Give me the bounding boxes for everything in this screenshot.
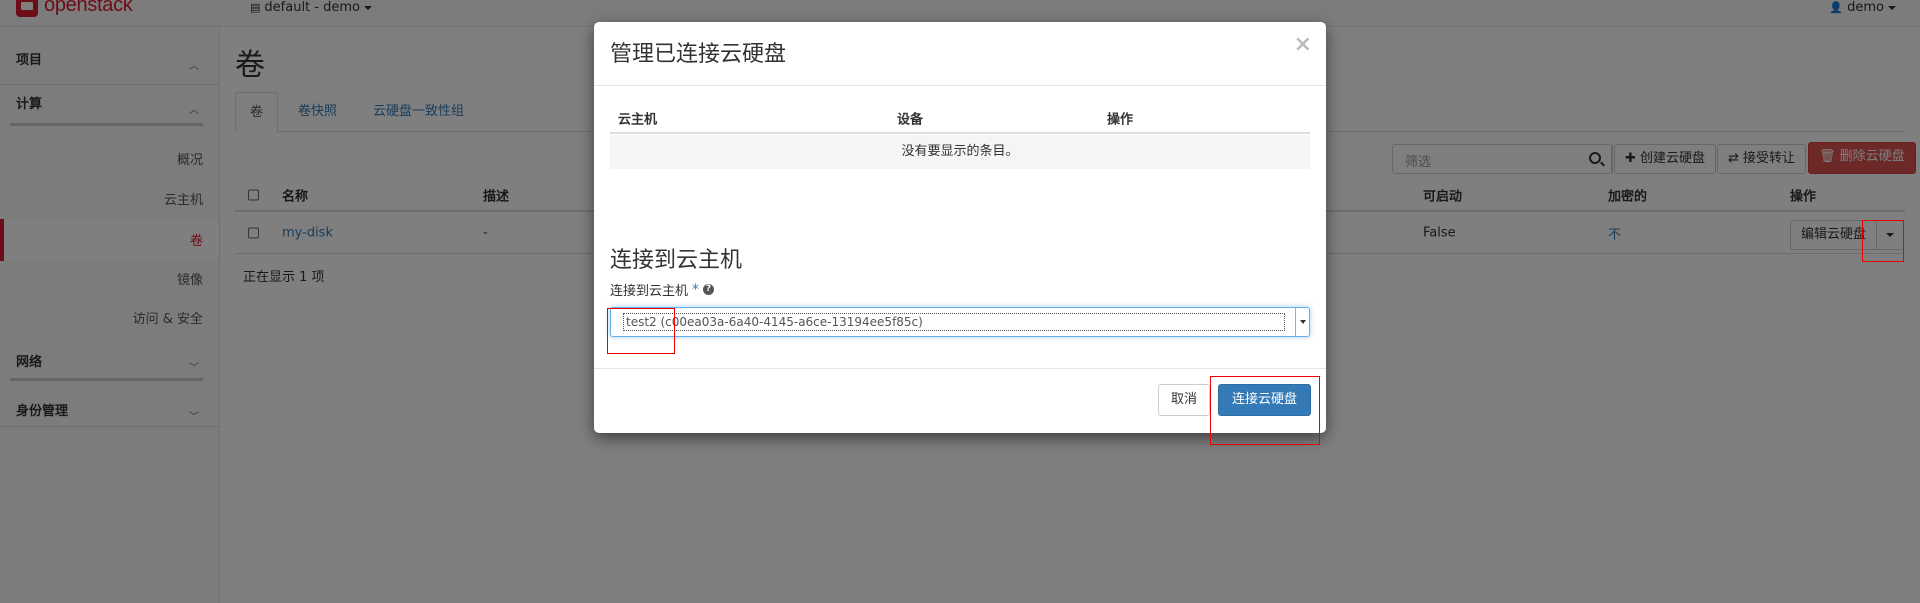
empty-table-message: 没有要显示的条目。 — [610, 135, 1310, 169]
instance-field-label: 连接到云主机 * ? — [610, 280, 715, 299]
column-header-instance[interactable]: 云主机 — [618, 109, 657, 128]
modal-title: 管理已连接云硬盘 — [610, 42, 787, 67]
column-header-actions: 操作 — [1107, 112, 1134, 128]
cancel-button[interactable]: 取消 — [1158, 384, 1211, 416]
attach-volume-button[interactable]: 连接云硬盘 — [1218, 384, 1312, 416]
field-label-text: 连接到云主机 — [610, 284, 689, 299]
instance-select[interactable]: test2 (c00ea03a-6a40-4145-a6ce-13194ee5f… — [610, 307, 1310, 337]
required-mark: * — [692, 281, 700, 298]
manage-attachments-modal: 管理已连接云硬盘 × 云主机 设备 操作 没有要显示的条目。 连接到云主机 连接… — [594, 22, 1326, 433]
attach-section-title: 连接到云主机 — [610, 248, 743, 273]
chevron-down-icon[interactable] — [1295, 308, 1309, 336]
instance-select-value: test2 (c00ea03a-6a40-4145-a6ce-13194ee5f… — [623, 313, 1285, 331]
attachments-table-header: 云主机 设备 操作 — [610, 104, 1310, 134]
modal-header: 管理已连接云硬盘 × — [594, 22, 1326, 86]
column-header-device[interactable]: 设备 — [897, 109, 923, 128]
close-icon[interactable]: × — [1294, 32, 1312, 57]
modal-footer — [594, 368, 1326, 433]
help-icon[interactable]: ? — [703, 284, 715, 295]
